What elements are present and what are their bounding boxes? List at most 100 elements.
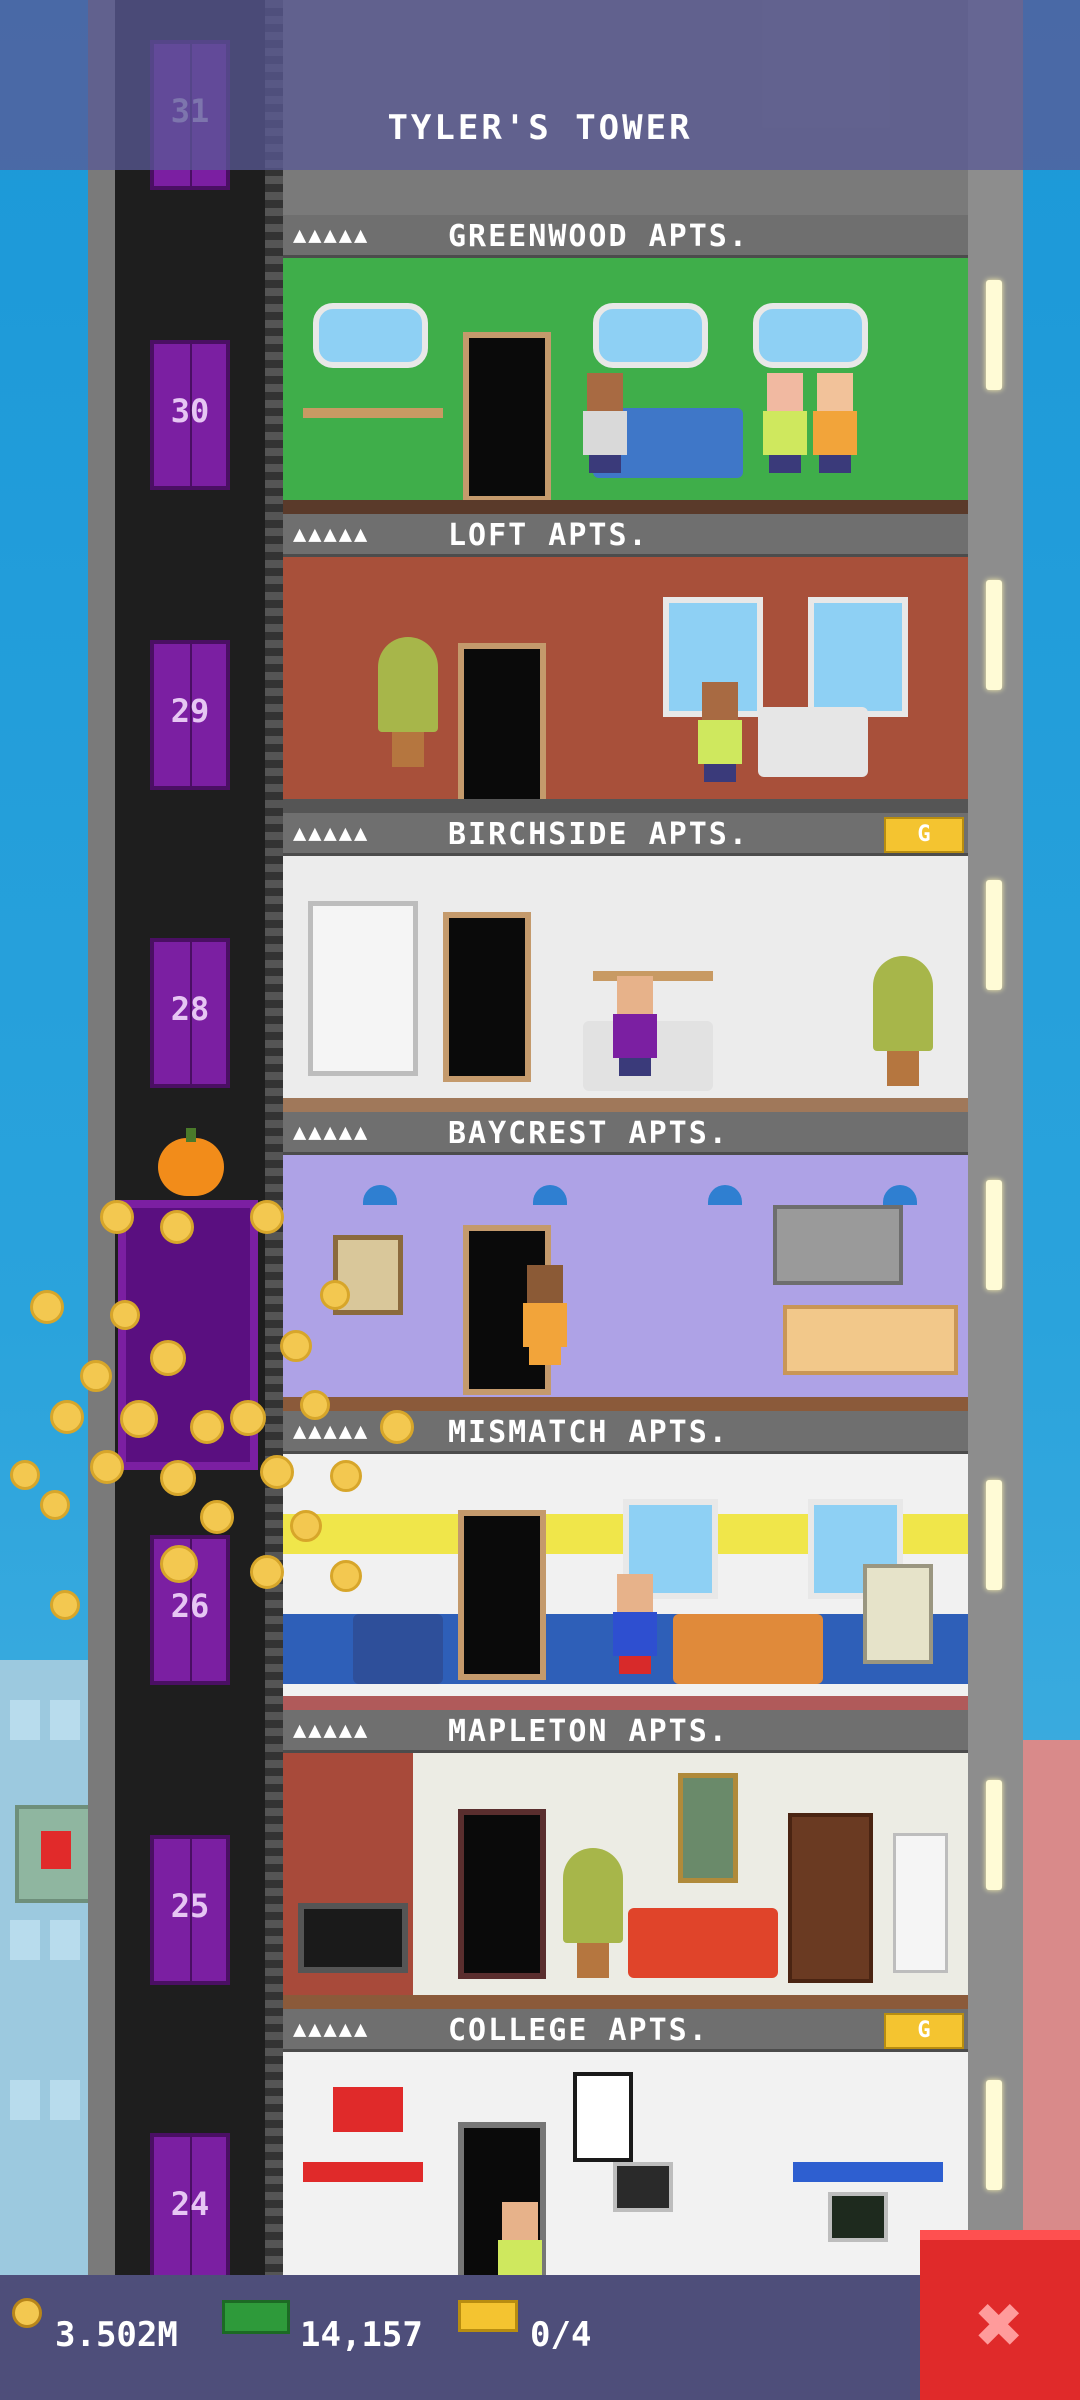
coin-icon (230, 1400, 266, 1436)
floor-title-bar: ▲▲▲▲▲ LOFT APTS. (283, 514, 968, 557)
coin-icon (40, 1490, 70, 1520)
tower-header: TYLER'S TOWER (0, 0, 1080, 170)
coin-icon (280, 1330, 312, 1362)
coin-icon (250, 1555, 284, 1589)
room-interior (283, 1753, 968, 2009)
fries-billboard (15, 1805, 98, 1903)
floor-title-bar: ▲▲▲▲▲ BAYCREST APTS. (283, 1112, 968, 1155)
coin-icon (150, 1340, 186, 1376)
coin-icon (160, 1460, 196, 1496)
plant-icon (873, 956, 933, 1086)
elevator-floor-number: 24 (170, 2185, 210, 2223)
resident (583, 373, 627, 473)
elevator-door-30[interactable]: 30 (150, 340, 230, 490)
elevator-floor-number: 26 (170, 1587, 210, 1625)
room-interior (283, 1454, 968, 1710)
elevator-door-28[interactable]: 28 (150, 938, 230, 1088)
apartment-door (458, 1809, 546, 1979)
coin-icon (290, 1510, 322, 1542)
floor-name: BIRCHSIDE APTS. (448, 817, 749, 852)
stars-rating: ▲▲▲▲▲ (293, 2017, 370, 2042)
cash-value: 14,157 (300, 2315, 423, 2355)
resident (613, 1574, 657, 1674)
plant-icon (563, 1848, 623, 1978)
stars-rating: ▲▲▲▲▲ (293, 223, 370, 248)
coin-icon (300, 1390, 330, 1420)
floor-title-bar: ▲▲▲▲▲ GREENWOOD APTS. (283, 215, 968, 258)
floor-name: BAYCREST APTS. (448, 1116, 729, 1151)
pumpkin-icon (158, 1128, 224, 1196)
coin-icon (320, 1280, 350, 1310)
stars-rating: ▲▲▲▲▲ (293, 1419, 370, 1444)
floor-mismatch[interactable]: ▲▲▲▲▲ MISMATCH APTS. (283, 1411, 968, 1710)
floor-title-bar: ▲▲▲▲▲ MAPLETON APTS. (283, 1710, 968, 1753)
coin-icon (90, 1450, 124, 1484)
coin-icon (260, 1455, 294, 1489)
apartment-door (458, 1510, 546, 1680)
coin-icon (80, 1360, 112, 1392)
floor-name: MAPLETON APTS. (448, 1714, 729, 1749)
elevator-floor-number: 30 (170, 392, 210, 430)
floor-birchside[interactable]: ▲▲▲▲▲ BIRCHSIDE APTS. G (283, 813, 968, 1112)
coin-icon (50, 1590, 80, 1620)
room-interior (283, 1155, 968, 1411)
coin-icon (50, 1400, 84, 1434)
floor-name: GREENWOOD APTS. (448, 219, 749, 254)
elevator-floor-number: 29 (170, 692, 210, 730)
stars-rating: ▲▲▲▲▲ (293, 821, 370, 846)
elevator-floor-number: 28 (170, 990, 210, 1028)
elevator-door-24[interactable]: 24 (150, 2133, 230, 2283)
coins-value: 3.502M (55, 2315, 178, 2355)
coin-icon (200, 1500, 234, 1534)
floor-mapleton[interactable]: ▲▲▲▲▲ MAPLETON APTS. (283, 1710, 968, 2009)
apartment-door (463, 332, 551, 502)
coin-icon (190, 1410, 224, 1444)
floor-college[interactable]: ▲▲▲▲▲ COLLEGE APTS. G (283, 2009, 968, 2308)
coin-icon (380, 1410, 414, 1444)
coin-icon (10, 1460, 40, 1490)
resident (613, 976, 657, 1076)
status-bar: 3.502M 14,157 0/4 (0, 2275, 920, 2400)
fries-icon (41, 1831, 71, 1869)
coin-icon (330, 1560, 362, 1592)
stars-rating: ▲▲▲▲▲ (293, 522, 370, 547)
gold-badge: G (884, 817, 964, 853)
bux-icon (458, 2300, 518, 2332)
room-interior (283, 557, 968, 813)
floor-baycrest[interactable]: ▲▲▲▲▲ BAYCREST APTS. (283, 1112, 968, 1411)
resident (813, 373, 857, 473)
coin-icon (110, 1300, 140, 1330)
plant-icon (378, 637, 438, 767)
tower-title: TYLER'S TOWER (387, 108, 693, 148)
floor-title-bar: ▲▲▲▲▲ BIRCHSIDE APTS. G (283, 813, 968, 856)
room-interior (283, 258, 968, 514)
elevator-floor-number: 25 (170, 1887, 210, 1925)
coin-icon (120, 1400, 158, 1438)
close-button[interactable]: ✖ (920, 2230, 1080, 2400)
floor-name: COLLEGE APTS. (448, 2013, 709, 2048)
coin-icon (12, 2298, 42, 2328)
coin-icon (250, 1200, 284, 1234)
gold-badge: G (884, 2013, 964, 2049)
floor-title-bar: ▲▲▲▲▲ COLLEGE APTS. G (283, 2009, 968, 2052)
coin-icon (100, 1200, 134, 1234)
floor-name: LOFT APTS. (448, 518, 649, 553)
elevator-door-29[interactable]: 29 (150, 640, 230, 790)
resident (523, 1265, 567, 1365)
bux-value: 0/4 (530, 2315, 592, 2355)
apartment-door (458, 643, 546, 813)
room-interior (283, 2052, 968, 2308)
room-interior (283, 856, 968, 1112)
resident (698, 682, 742, 782)
coin-icon (330, 1460, 362, 1492)
elevator-door-25[interactable]: 25 (150, 1835, 230, 1985)
coin-icon (160, 1545, 198, 1583)
stars-rating: ▲▲▲▲▲ (293, 1718, 370, 1743)
apartment-door (443, 912, 531, 1082)
floor-loft[interactable]: ▲▲▲▲▲ LOFT APTS. (283, 514, 968, 813)
cash-icon (222, 2300, 290, 2334)
floor-greenwood[interactable]: ▲▲▲▲▲ GREENWOOD APTS. (283, 215, 968, 514)
coin-icon (160, 1210, 194, 1244)
floor-name: MISMATCH APTS. (448, 1415, 729, 1450)
stars-rating: ▲▲▲▲▲ (293, 1120, 370, 1145)
